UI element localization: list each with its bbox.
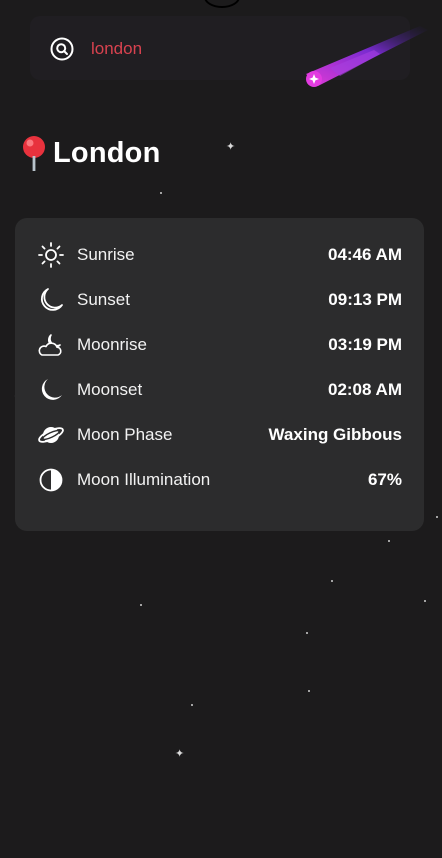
moonrise-label: Moonrise [77, 335, 147, 354]
half-circle-icon [39, 468, 63, 492]
astronomy-card: Sunrise 04:46 AM Sunset 09:13 PM Moonris… [15, 218, 424, 531]
sunset-value: 09:13 PM [328, 290, 402, 309]
moon-illumination-label: Moon Illumination [77, 470, 211, 489]
crescent-moon-filled-icon [41, 379, 62, 400]
sunset-label: Sunset [77, 290, 130, 309]
sunrise-value: 04:46 AM [327, 245, 402, 264]
sunset-row: Sunset 09:13 PM [37, 285, 402, 315]
moonset-value: 02:08 AM [327, 380, 402, 399]
moon-illumination-row: Moon Illumination 67% [37, 465, 402, 495]
sunrise-row: Sunrise 04:46 AM [37, 240, 402, 270]
star [308, 690, 310, 692]
moon-phase-label: Moon Phase [77, 425, 173, 444]
search-input[interactable]: london [91, 39, 142, 59]
crescent-moon-outline-icon [41, 288, 63, 311]
star [191, 704, 193, 706]
moonset-row: Moonset 02:08 AM [37, 375, 402, 405]
planet-icon [38, 427, 64, 443]
search-icon[interactable] [50, 37, 74, 61]
star [436, 516, 438, 518]
location-heading: London [16, 134, 161, 172]
city-name: London [53, 136, 161, 169]
moonrise-row: Moonrise 03:19 PM [37, 330, 402, 360]
sparkle-star: ✦ [226, 141, 236, 153]
comet-icon [306, 26, 428, 87]
moonset-label: Moonset [77, 380, 143, 399]
moonrise-value: 03:19 PM [328, 335, 402, 354]
star [331, 580, 333, 582]
star [160, 192, 162, 194]
sunrise-label: Sunrise [77, 245, 135, 264]
sun-icon [38, 242, 64, 268]
camera-notch [204, 0, 240, 8]
star [306, 632, 308, 634]
map-pin-icon [23, 136, 45, 171]
star [424, 600, 426, 602]
moon-phase-row: Moon Phase Waxing Gibbous [37, 420, 402, 450]
moon-illumination-value: 67% [367, 470, 402, 489]
sparkle-star: ✦ [175, 748, 185, 760]
star [388, 540, 390, 542]
moon-phase-value: Waxing Gibbous [268, 425, 402, 444]
moon-cloud-icon [38, 334, 62, 356]
star [140, 604, 142, 606]
